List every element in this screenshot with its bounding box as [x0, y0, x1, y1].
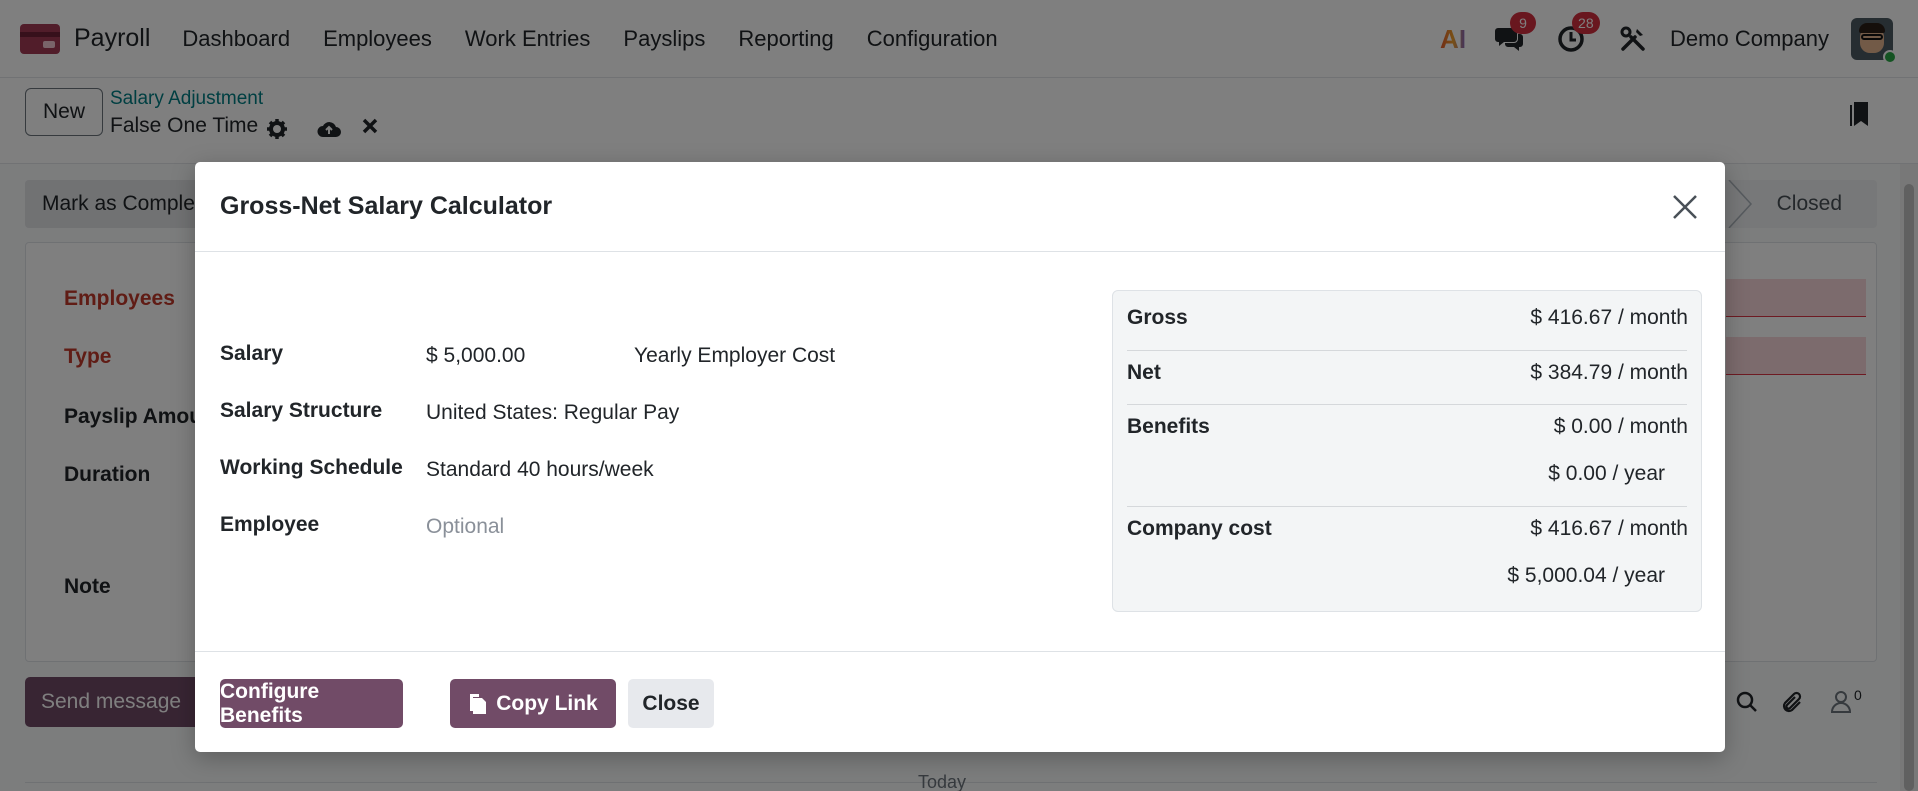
- summary-divider: [1127, 506, 1687, 507]
- employee-label: Employee: [220, 513, 320, 536]
- company-cost-yearly-value: $ 5,000.04 / year: [1507, 564, 1665, 587]
- benefits-label: Benefits: [1127, 415, 1210, 438]
- configure-benefits-button[interactable]: Configure Benefits: [220, 679, 403, 728]
- close-label: Close: [642, 691, 700, 715]
- benefits-yearly-value: $ 0.00 / year: [1548, 462, 1665, 485]
- copy-link-button[interactable]: Copy Link: [450, 679, 616, 728]
- salary-label: Salary: [220, 342, 284, 365]
- benefits-monthly-value: $ 0.00 / month: [1553, 415, 1688, 438]
- salary-calculator-dialog: Gross-Net Salary Calculator Salary $ 5,0…: [195, 162, 1725, 752]
- modal-header: Gross-Net Salary Calculator: [195, 162, 1725, 252]
- modal-footer: Configure Benefits Copy Link Close: [195, 651, 1725, 752]
- copy-icon: [470, 693, 487, 714]
- salary-structure-field[interactable]: United States: Regular Pay: [426, 401, 679, 425]
- company-cost-label: Company cost: [1127, 517, 1272, 540]
- company-cost-monthly-value: $ 416.67 / month: [1530, 517, 1688, 540]
- salary-cost-type-select[interactable]: Yearly Employer Cost: [634, 344, 835, 368]
- salary-structure-label: Salary Structure: [220, 399, 383, 422]
- copy-link-label: Copy Link: [496, 691, 598, 715]
- configure-benefits-label: Configure Benefits: [220, 679, 320, 727]
- salary-input[interactable]: $ 5,000.00: [426, 344, 525, 368]
- net-label: Net: [1127, 361, 1161, 384]
- employee-field[interactable]: Optional: [426, 515, 504, 539]
- net-monthly-value: $ 384.79 / month: [1530, 361, 1688, 384]
- close-button[interactable]: Close: [628, 679, 714, 728]
- modal-title: Gross-Net Salary Calculator: [220, 192, 553, 220]
- summary-divider: [1127, 404, 1687, 405]
- summary-divider: [1127, 350, 1687, 351]
- salary-summary-panel: Gross $ 416.67 / month Net $ 384.79 / mo…: [1112, 290, 1702, 612]
- gross-label: Gross: [1127, 306, 1188, 329]
- gross-monthly-value: $ 416.67 / month: [1530, 306, 1688, 329]
- working-schedule-label: Working Schedule: [220, 456, 403, 479]
- close-icon[interactable]: [1670, 192, 1700, 222]
- working-schedule-field[interactable]: Standard 40 hours/week: [426, 458, 654, 482]
